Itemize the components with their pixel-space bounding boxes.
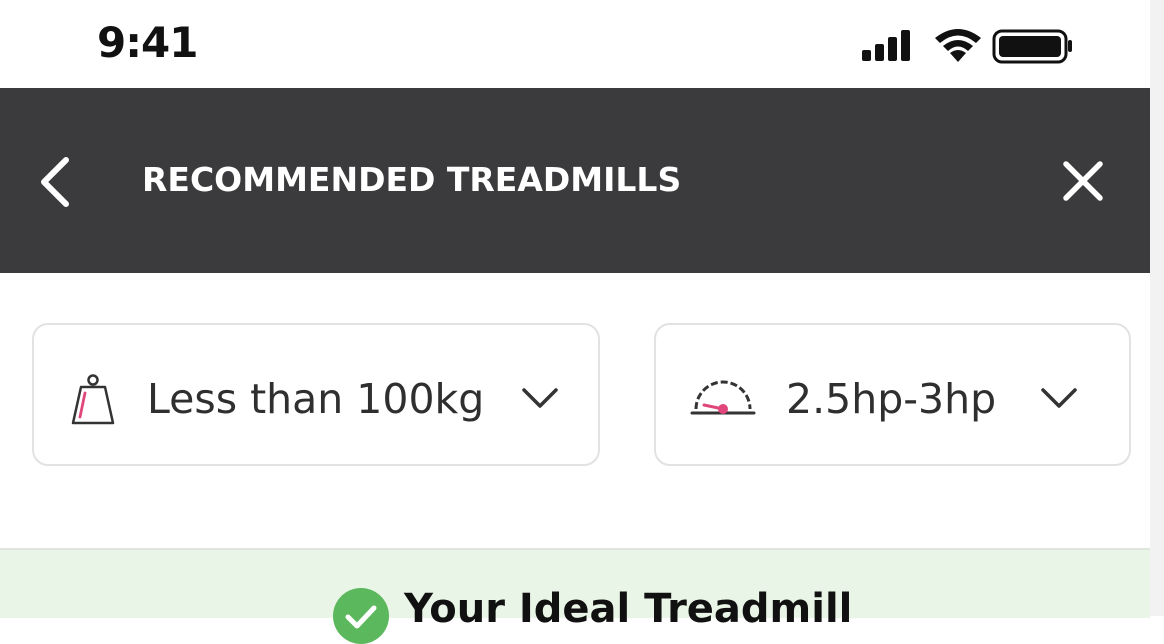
ideal-treadmill-banner: Your Ideal Treadmill <box>0 548 1150 644</box>
battery-icon <box>992 29 1072 64</box>
status-icons <box>862 26 1074 66</box>
speedometer-icon <box>690 380 756 415</box>
weight-filter-value: Less than 100kg <box>147 375 485 423</box>
wifi-icon <box>935 29 981 62</box>
status-bar: 9:41 <box>0 0 1150 88</box>
page-title: RECOMMENDED TREADMILLS <box>142 160 682 199</box>
close-icon <box>1063 161 1103 201</box>
back-button[interactable] <box>30 148 84 216</box>
top-app-bar: RECOMMENDED TREADMILLS <box>0 88 1150 273</box>
chevron-left-icon <box>41 157 69 207</box>
power-filter-value: 2.5hp-3hp <box>786 375 997 423</box>
power-filter-dropdown[interactable]: 2.5hp-3hp <box>654 323 1131 466</box>
weight-filter-dropdown[interactable]: Less than 100kg <box>32 323 600 466</box>
banner-title: Your Ideal Treadmill <box>404 586 853 632</box>
weight-icon <box>71 374 115 425</box>
chevron-down-icon <box>1041 388 1077 408</box>
close-button[interactable] <box>1056 154 1110 208</box>
check-circle-icon <box>333 588 389 644</box>
right-gutter <box>1150 0 1164 616</box>
status-time: 9:41 <box>97 18 198 67</box>
signal-icon <box>862 30 910 61</box>
chevron-down-icon <box>522 388 558 408</box>
app-screen: 9:41 RECOMMENDED TREADMILLS Less than 10… <box>0 0 1150 644</box>
